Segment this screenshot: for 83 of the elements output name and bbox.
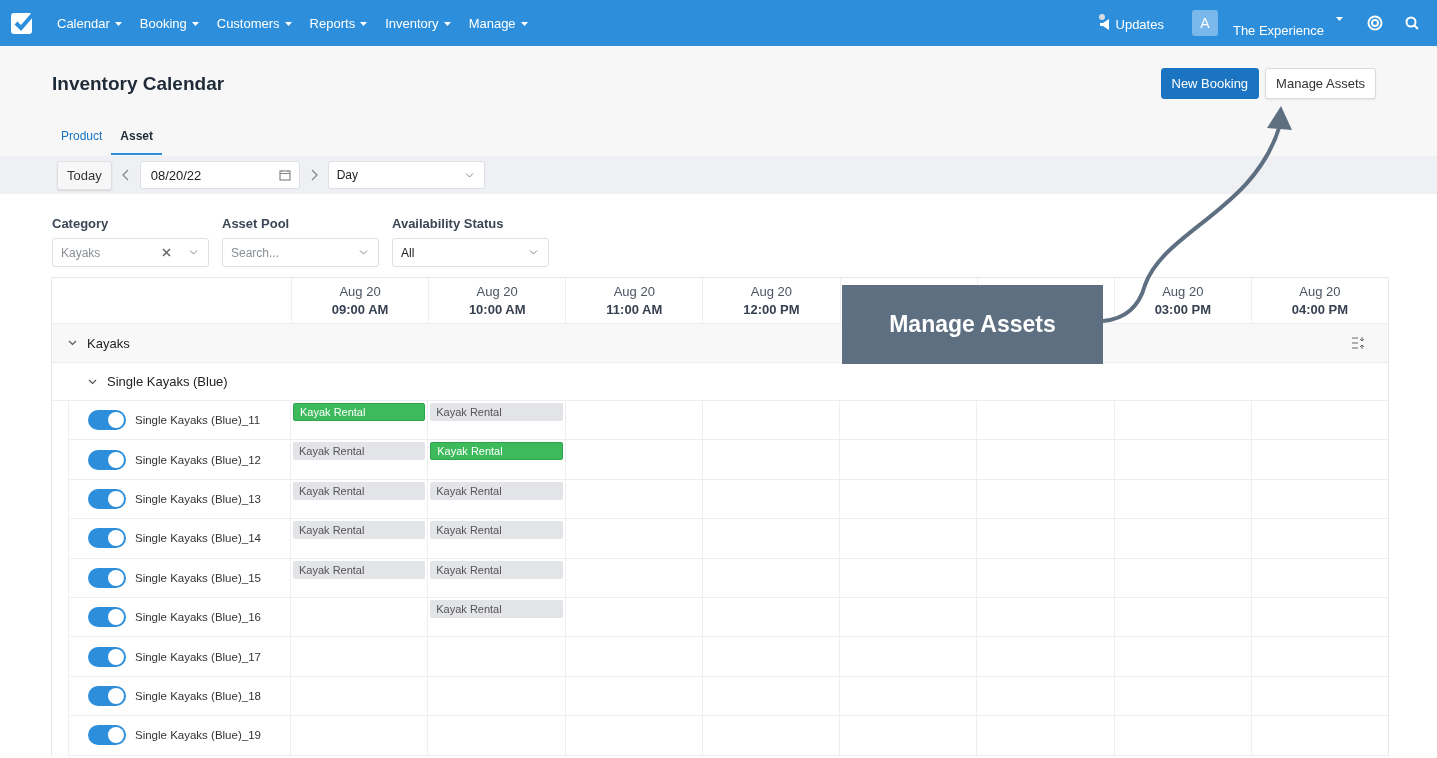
chevron-icon	[68, 340, 77, 346]
filter-label: Asset Pool	[222, 216, 291, 231]
toggle-switch[interactable]	[88, 607, 126, 628]
caret-icon	[443, 22, 451, 27]
toggle-switch[interactable]	[88, 567, 126, 588]
chevron-down-icon	[189, 250, 198, 255]
asset-name: Single Kayaks (Blue)_18	[135, 689, 261, 702]
booking-bar[interactable]: Kayak Rental	[293, 481, 426, 500]
asset-name: Single Kayaks (Blue)_13	[135, 492, 261, 505]
search-icon[interactable]	[1405, 16, 1419, 30]
asset-name: Single Kayaks (Blue)_11	[135, 414, 261, 427]
caret-icon	[114, 22, 122, 27]
chevron-icon	[88, 378, 97, 385]
booking-bar[interactable]: Kayak Rental	[293, 442, 426, 461]
column-date: Aug 20	[750, 284, 793, 299]
clear-icon[interactable]	[162, 248, 171, 257]
chevron-down-icon	[529, 250, 538, 255]
filter-label: Category	[52, 216, 110, 231]
page-title: Inventory Calendar	[52, 72, 225, 95]
toggle-switch[interactable]	[88, 685, 126, 706]
booking-bar[interactable]: Kayak Rental	[293, 560, 426, 579]
column-time: 03:00 PM	[1154, 302, 1211, 317]
filter-select[interactable]: Kayaks	[52, 238, 209, 267]
asset-name: Single Kayaks (Blue)_19	[135, 729, 261, 742]
asset-name: Single Kayaks (Blue)_12	[135, 453, 261, 466]
next-icon[interactable]	[309, 169, 318, 181]
column-date: Aug 20	[1162, 284, 1204, 299]
booking-bar[interactable]: Kayak Rental	[430, 403, 563, 421]
column-time: 12:00 PM	[743, 302, 800, 317]
subgroup-toggle[interactable]: Single Kayaks (Blue)	[88, 374, 228, 389]
tab[interactable]: Product	[52, 125, 112, 155]
booking-bar[interactable]: Kayak Rental	[430, 599, 563, 618]
booking-bar[interactable]: Kayak Rental	[430, 481, 563, 500]
caret-icon	[520, 22, 528, 27]
column-date: Aug 20	[476, 284, 518, 299]
column-time: 04:00 PM	[1291, 302, 1349, 317]
account-menu[interactable]: The Experience	[1226, 7, 1349, 39]
nav-menu[interactable]: Inventory	[376, 15, 460, 31]
column-date: Aug 20	[613, 284, 655, 299]
toggle-switch[interactable]	[88, 725, 126, 746]
chevron-down-icon	[464, 172, 474, 178]
caret-icon	[1336, 17, 1343, 21]
column-time: 11:00 AM	[606, 302, 663, 317]
previous-icon[interactable]	[121, 169, 130, 181]
nav-menu[interactable]: Customers	[207, 15, 301, 31]
asset-name: Single Kayaks (Blue)_14	[135, 532, 261, 545]
column-date: Aug 20	[339, 284, 381, 299]
toggle-switch[interactable]	[88, 410, 126, 431]
filter-select[interactable]: Search...	[222, 238, 379, 267]
collapse-rows-icon[interactable]	[1352, 337, 1366, 349]
booking-bar[interactable]: Kayak Rental	[293, 521, 426, 540]
booking-bar[interactable]: Kayak Rental	[430, 521, 563, 540]
booking-bar[interactable]: Kayak Rental	[430, 560, 563, 579]
nav-menu[interactable]: Booking	[130, 15, 208, 31]
today-button[interactable]: Today	[57, 160, 112, 190]
help-icon[interactable]	[1367, 15, 1383, 31]
group-toggle[interactable]: Kayaks	[68, 335, 130, 351]
date-field[interactable]: 08/20/22	[139, 161, 300, 189]
chevron-down-icon	[359, 250, 368, 255]
nav-menu[interactable]: Manage	[459, 15, 537, 31]
nav-menu[interactable]: Calendar	[48, 15, 131, 31]
column-time: 09:00 AM	[331, 302, 389, 317]
updates-button[interactable]: Updates	[1091, 13, 1170, 33]
manage-assets-button[interactable]: Manage Assets	[1265, 68, 1376, 99]
caret-icon	[284, 22, 292, 27]
filter-label: Availability Status	[392, 216, 505, 231]
nav-menu[interactable]: Reports	[300, 15, 377, 31]
toggle-switch[interactable]	[88, 646, 126, 667]
toggle-switch[interactable]	[88, 528, 126, 549]
caret-icon	[191, 22, 199, 27]
filter-select[interactable]: All	[392, 238, 549, 267]
caret-icon	[360, 22, 368, 27]
asset-name: Single Kayaks (Blue)_15	[135, 571, 261, 584]
toggle-switch[interactable]	[88, 488, 126, 509]
asset-name: Single Kayaks (Blue)_16	[135, 611, 261, 624]
calendar-icon[interactable]	[278, 169, 291, 181]
column-date: Aug 20	[1299, 284, 1341, 299]
column-time: 10:00 AM	[468, 302, 526, 317]
new-booking-button[interactable]: New Booking	[1160, 68, 1260, 99]
toggle-switch[interactable]	[88, 449, 126, 470]
callout-label: Manage Assets	[842, 285, 1103, 364]
asset-name: Single Kayaks (Blue)_17	[135, 650, 261, 663]
view-select[interactable]: Day	[327, 161, 485, 189]
